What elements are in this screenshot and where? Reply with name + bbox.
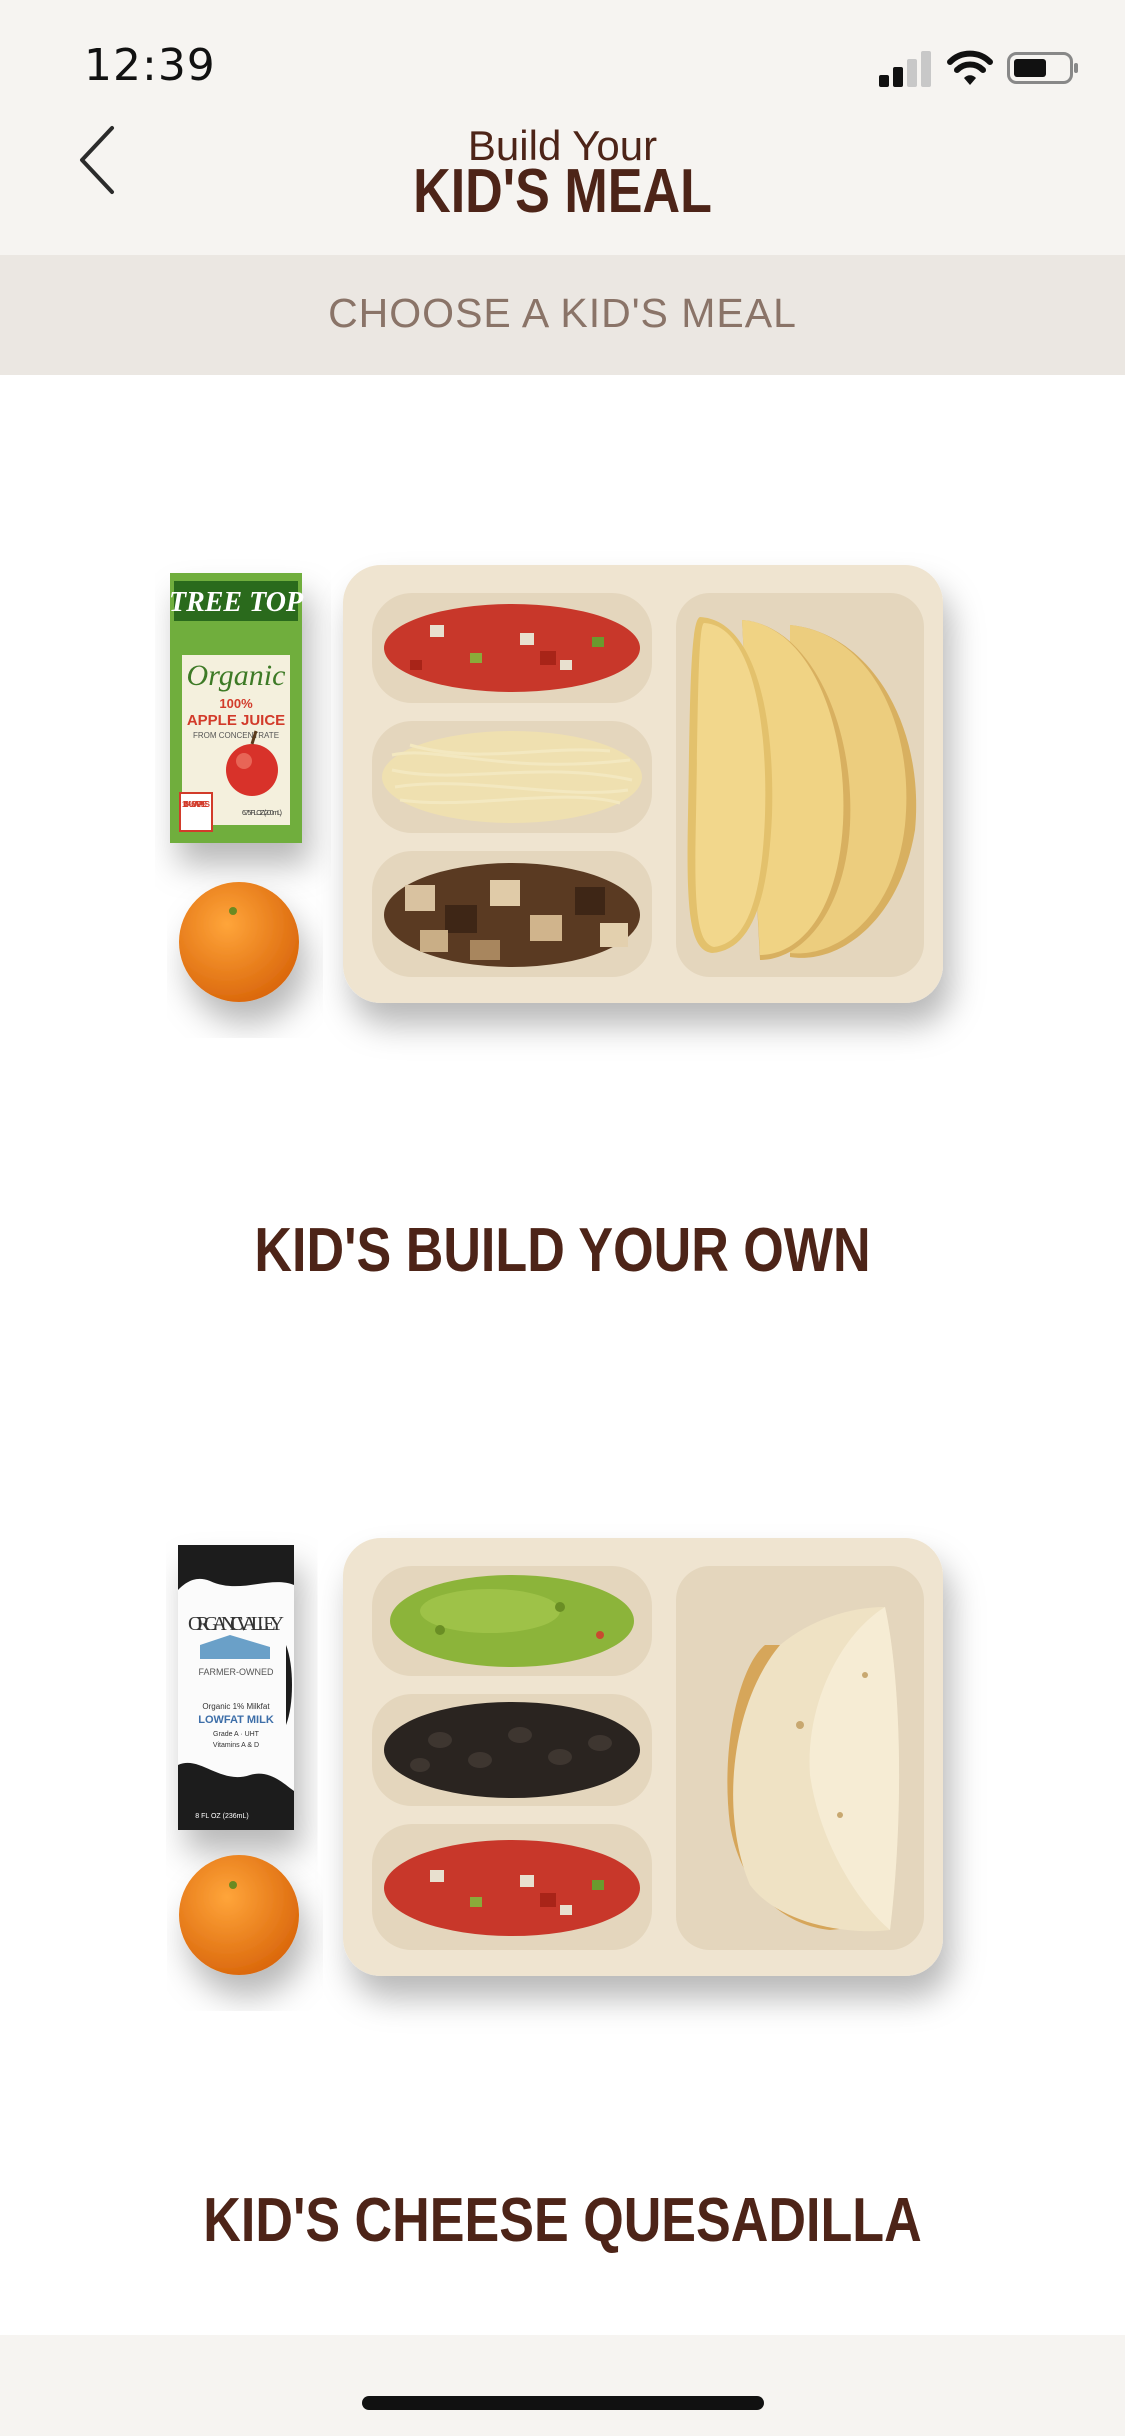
meal-name-cheese-quesadilla: KID'S CHEESE QUESADILLA	[203, 2186, 922, 2255]
guacamole	[390, 1575, 634, 1667]
meal-image-cheese-quesadilla: ORGANIC VALLEY FARMER-OWNED Organic 1% M…	[178, 1538, 943, 1976]
milk-line-3: Grade A · UHT	[213, 1731, 260, 1738]
status-time: 12:39	[84, 40, 216, 91]
meal-card-build-your-own[interactable]: TREE TOP Organic 100% APPLE JUICE FROM C…	[0, 375, 1125, 1330]
milk-carton: ORGANIC VALLEY FARMER-OWNED Organic 1% M…	[178, 1545, 294, 1830]
orange	[179, 882, 299, 1002]
status-bar: 12:39	[0, 0, 1125, 110]
page-title: KID'S MEAL	[413, 157, 712, 226]
milk-brand-label: ORGANIC VALLEY	[188, 1613, 284, 1635]
juice-badge: 100% USA APPLES	[182, 800, 211, 809]
juice-line-1: 100%	[219, 696, 253, 711]
milk-size: 8 FL OZ (236mL)	[195, 1813, 248, 1820]
home-indicator[interactable]	[362, 2396, 764, 2410]
meal-name-build-your-own: KID'S BUILD YOUR OWN	[254, 1216, 871, 1285]
milk-line-0: FARMER-OWNED	[199, 1667, 274, 1677]
milk-line-1: Organic 1% Milkfat	[202, 1702, 270, 1711]
cellular-signal-icon	[879, 51, 931, 87]
section-label: CHOOSE A KID'S MEAL	[328, 290, 797, 336]
salsa-pico	[384, 1840, 640, 1936]
juice-line-3: FROM CONCENTRATE	[193, 731, 279, 740]
juice-line-0: Organic	[187, 659, 286, 692]
juice-size: 6.75 FL OZ (200 mL)	[242, 810, 282, 817]
bottom-bar	[0, 2335, 1125, 2436]
juice-brand-label: TREE TOP	[169, 587, 304, 618]
meal-card-cheese-quesadilla[interactable]: ORGANIC VALLEY FARMER-OWNED Organic 1% M…	[0, 1345, 1125, 2330]
chicken-cubes	[384, 863, 640, 967]
milk-line-2: LOWFAT MILK	[198, 1714, 274, 1726]
salsa-pico	[384, 604, 640, 692]
battery-icon	[1007, 52, 1078, 84]
shredded-cheese	[382, 731, 642, 823]
wifi-icon	[947, 50, 993, 85]
juice-line-2: APPLE JUICE	[187, 712, 285, 729]
apple-juice-box: TREE TOP Organic 100% APPLE JUICE FROM C…	[169, 573, 304, 843]
orange	[179, 1855, 299, 1975]
milk-line-4: Vitamins A & D	[213, 1742, 259, 1749]
black-beans	[384, 1702, 640, 1798]
section-header: CHOOSE A KID'S MEAL	[0, 255, 1125, 375]
header: Build Your KID'S MEAL	[0, 110, 1125, 255]
meal-image-build-your-own: TREE TOP Organic 100% APPLE JUICE FROM C…	[169, 565, 943, 1003]
